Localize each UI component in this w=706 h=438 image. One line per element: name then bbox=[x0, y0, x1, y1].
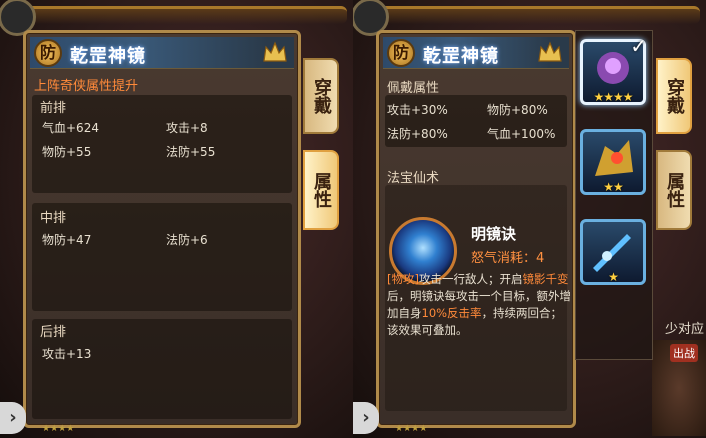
tab-wear[interactable]: 穿戴 bbox=[656, 58, 692, 134]
front-row-section: 前排 气血+624 攻击+8 物防+55 法防+55 bbox=[32, 95, 292, 193]
deploy-badge: 出战 bbox=[670, 344, 698, 362]
equip-slot-2[interactable]: ★★ bbox=[580, 129, 646, 195]
bottom-stars: ★★★★ bbox=[395, 424, 428, 434]
front-row-label: 前排 bbox=[40, 101, 67, 116]
stat-magic-def: 法防+55 bbox=[166, 145, 216, 159]
wear-attr-section: 攻击+30% 物防+80% 法防+80% 气血+100% bbox=[385, 95, 567, 147]
fragment-text: 少对应 bbox=[664, 322, 704, 337]
stat-magic-def: 法防+6 bbox=[166, 233, 208, 247]
equip-slot-1[interactable]: ★★★★ ✓ bbox=[580, 34, 647, 105]
bottom-stars: ★★★★ bbox=[42, 424, 75, 434]
chevron-right-icon[interactable]: › bbox=[353, 402, 379, 434]
defense-badge: 防 bbox=[387, 39, 415, 67]
stat-attack: 攻击+13 bbox=[42, 347, 92, 361]
skill-description: [物攻]攻击一行敌人；开启镜影千变后，明镜诀每攻击一个目标，额外增加自身10%反… bbox=[387, 271, 571, 339]
wear-attr-label: 佩戴属性 bbox=[387, 81, 440, 96]
skill-name: 明镜诀 bbox=[471, 225, 517, 243]
skill-highlight: 10%反击率 bbox=[421, 306, 482, 320]
star-rating: ★ bbox=[608, 270, 619, 284]
right-panel: 出战 少对应 防 乾罡神镜 佩戴属性 攻击+30% 物防+80% 法防+80% … bbox=[353, 0, 706, 438]
treasure-card: 防 乾罡神镜 佩戴属性 攻击+30% 物防+80% 法防+80% 气血+100%… bbox=[376, 30, 576, 428]
left-panel: 防 乾罡神镜 上阵奇侠属性提升 前排 气血+624 攻击+8 物防+55 法防+… bbox=[0, 0, 353, 438]
equip-slot-3[interactable]: ★ bbox=[580, 219, 646, 285]
stat-attack: 攻击+30% bbox=[387, 103, 448, 117]
star-rating: ★★★★ bbox=[593, 90, 633, 104]
defense-badge: 防 bbox=[34, 39, 62, 67]
treasure-title: 乾罡神镜 bbox=[70, 46, 146, 67]
crown-icon bbox=[263, 41, 287, 62]
treasure-title: 乾罡神镜 bbox=[423, 46, 499, 67]
back-row-label: 后排 bbox=[40, 325, 67, 340]
tab-wear[interactable]: 穿戴 bbox=[303, 58, 339, 134]
tab-attributes[interactable]: 属性 bbox=[303, 150, 339, 230]
star-rating: ★★ bbox=[603, 180, 624, 194]
top-ornament bbox=[6, 6, 347, 24]
lineup-boost-label: 上阵奇侠属性提升 bbox=[34, 79, 139, 94]
skill-section-label: 法宝仙术 bbox=[387, 171, 440, 186]
tab-attributes[interactable]: 属性 bbox=[656, 150, 692, 230]
card-header: 防 乾罡神镜 bbox=[30, 37, 294, 69]
card-header: 防 乾罡神镜 bbox=[383, 37, 569, 69]
back-row-section: 后排 攻击+13 bbox=[32, 319, 292, 419]
crown-icon bbox=[538, 41, 562, 62]
skill-cost: 怒气消耗：4 bbox=[471, 251, 545, 266]
middle-row-label: 中排 bbox=[40, 211, 67, 226]
stat-attack: 攻击+8 bbox=[166, 121, 208, 135]
checkmark-icon: ✓ bbox=[630, 34, 647, 58]
stat-magic-def: 法防+80% bbox=[387, 127, 448, 141]
stat-hp: 气血+100% bbox=[487, 127, 556, 141]
skill-keyword: 镜影千变 bbox=[522, 272, 569, 286]
stat-hp: 气血+624 bbox=[42, 121, 99, 135]
stat-phys-def: 物防+47 bbox=[42, 233, 92, 247]
top-ornament bbox=[359, 6, 700, 24]
chevron-right-icon[interactable]: › bbox=[0, 402, 26, 434]
attribute-card: 防 乾罡神镜 上阵奇侠属性提升 前排 气血+624 攻击+8 物防+55 法防+… bbox=[23, 30, 301, 428]
stat-phys-def: 物防+80% bbox=[487, 103, 548, 117]
skill-type-tag: [物攻] bbox=[387, 272, 419, 286]
equipment-column: ★★★★ ✓ ★★ ★ bbox=[575, 30, 653, 360]
stat-phys-def: 物防+55 bbox=[42, 145, 92, 159]
skill-desc-text: 攻击一行敌人；开启 bbox=[418, 272, 523, 286]
middle-row-section: 中排 物防+47 法防+6 bbox=[32, 203, 292, 311]
